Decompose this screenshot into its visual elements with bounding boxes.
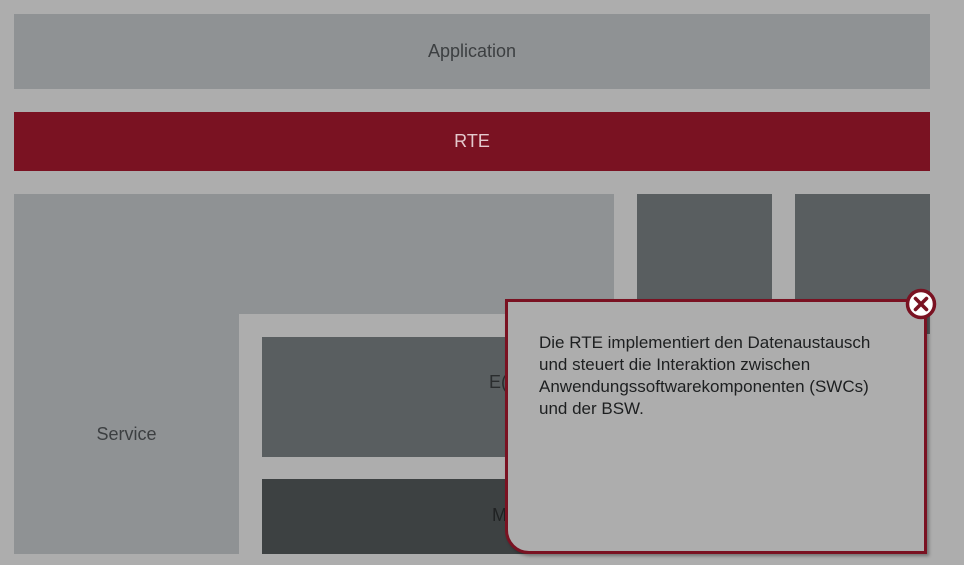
service-layer[interactable]: Service bbox=[14, 314, 239, 554]
tooltip-text: Die RTE implementiert den Datenaustausch… bbox=[539, 333, 871, 418]
rte-layer-label: RTE bbox=[454, 131, 490, 151]
close-button[interactable] bbox=[905, 288, 937, 320]
application-layer-label: Application bbox=[427, 41, 517, 61]
bsw-block[interactable] bbox=[14, 194, 614, 314]
application-layer[interactable]: Application bbox=[14, 14, 930, 89]
service-layer-label: Service bbox=[96, 423, 157, 444]
rte-layer[interactable]: RTE bbox=[14, 112, 930, 171]
info-tooltip: Die RTE implementiert den Datenaustausch… bbox=[505, 299, 927, 554]
close-circle-x-icon bbox=[905, 288, 937, 320]
